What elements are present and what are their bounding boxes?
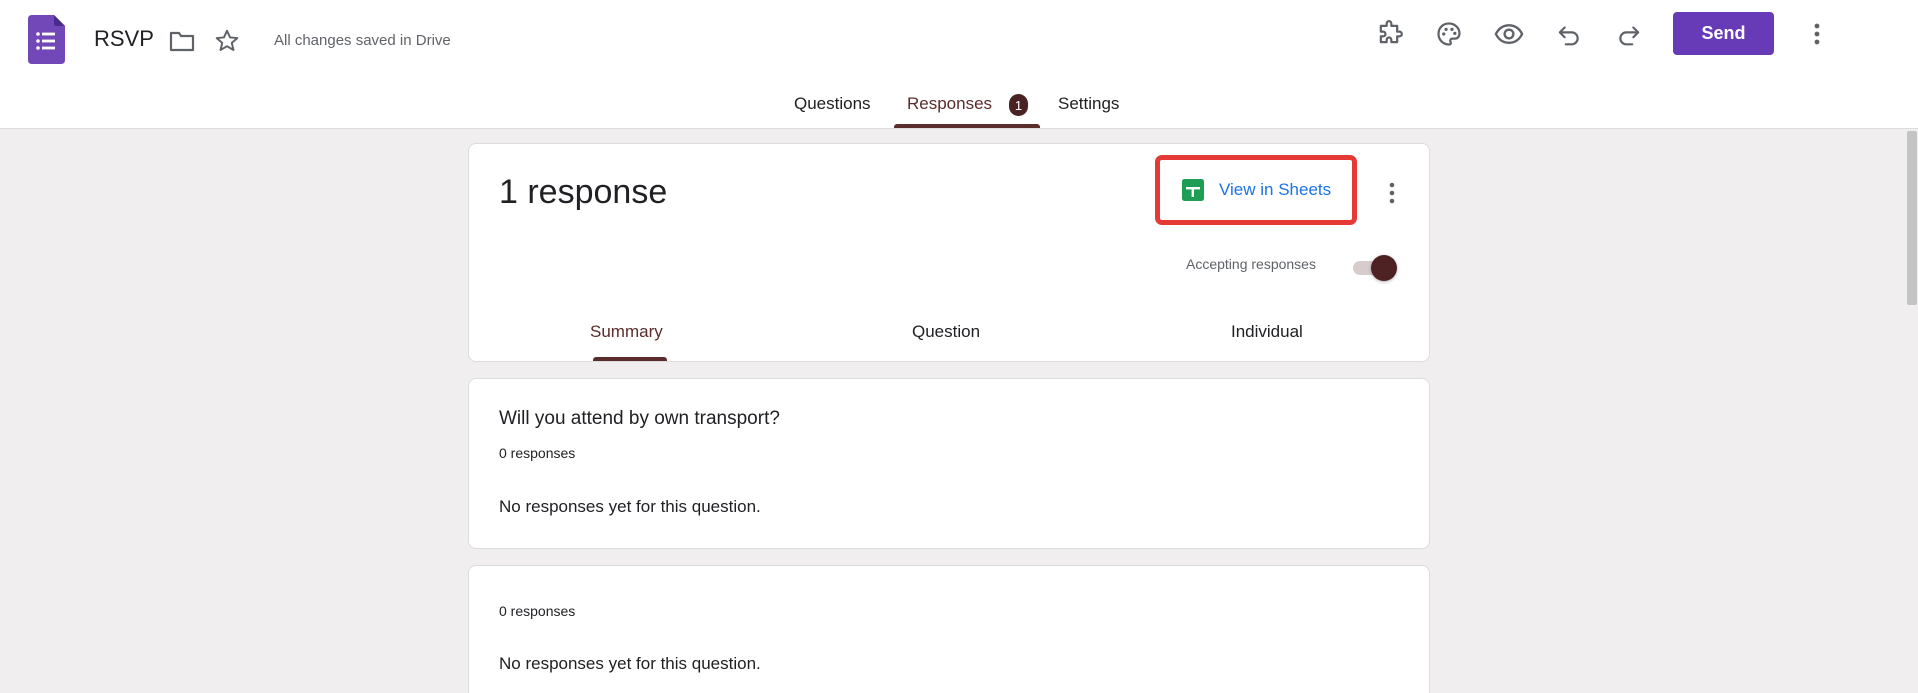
subtab-individual[interactable]: Individual xyxy=(1231,322,1303,342)
view-in-sheets-label: View in Sheets xyxy=(1219,180,1332,199)
question-response-count: 0 responses xyxy=(499,445,576,461)
sheets-icon xyxy=(1182,179,1204,201)
star-icon[interactable] xyxy=(207,21,247,61)
more-vert-icon[interactable] xyxy=(1797,14,1837,54)
accepting-responses-label: Accepting responses xyxy=(1186,256,1316,272)
active-tab-indicator xyxy=(894,124,1040,128)
no-responses-message: No responses yet for this question. xyxy=(499,654,761,673)
subtab-summary[interactable]: Summary xyxy=(590,322,663,342)
app-header: RSVP All changes saved in Drive Send Que… xyxy=(0,0,1918,129)
subtab-question[interactable]: Question xyxy=(912,322,980,342)
scrollbar-thumb[interactable] xyxy=(1907,131,1917,305)
palette-icon[interactable] xyxy=(1429,14,1469,54)
responses-count-badge: 1 xyxy=(1009,94,1028,116)
responses-summary-card: 1 response View in Sheets Accepting resp… xyxy=(468,143,1430,362)
question-response-count: 0 responses xyxy=(499,603,576,619)
forms-logo-icon[interactable] xyxy=(28,15,65,64)
tab-settings[interactable]: Settings xyxy=(1058,94,1119,114)
no-responses-message: No responses yet for this question. xyxy=(499,497,761,516)
save-status: All changes saved in Drive xyxy=(274,32,451,49)
preview-eye-icon[interactable] xyxy=(1489,14,1529,54)
main-tabs: Questions Responses Settings xyxy=(0,84,1918,129)
responses-more-icon[interactable] xyxy=(1380,181,1404,205)
toggle-thumb xyxy=(1371,255,1397,281)
send-button[interactable]: Send xyxy=(1673,12,1774,55)
addons-icon[interactable] xyxy=(1369,14,1409,54)
question-summary-card: 0 responses No responses yet for this qu… xyxy=(468,565,1430,693)
tab-responses[interactable]: Responses xyxy=(907,94,992,114)
question-summary-card: Will you attend by own transport? 0 resp… xyxy=(468,378,1430,549)
redo-icon[interactable] xyxy=(1609,14,1649,54)
undo-icon[interactable] xyxy=(1549,14,1589,54)
question-title: Will you attend by own transport? xyxy=(499,408,780,429)
document-title[interactable]: RSVP xyxy=(94,26,154,52)
folder-icon[interactable] xyxy=(162,21,202,61)
active-subtab-indicator xyxy=(593,357,667,361)
response-count-heading: 1 response xyxy=(499,173,668,211)
tab-questions[interactable]: Questions xyxy=(794,94,871,114)
view-in-sheets-button[interactable]: View in Sheets xyxy=(1155,155,1357,225)
accepting-responses-toggle[interactable] xyxy=(1353,255,1397,283)
